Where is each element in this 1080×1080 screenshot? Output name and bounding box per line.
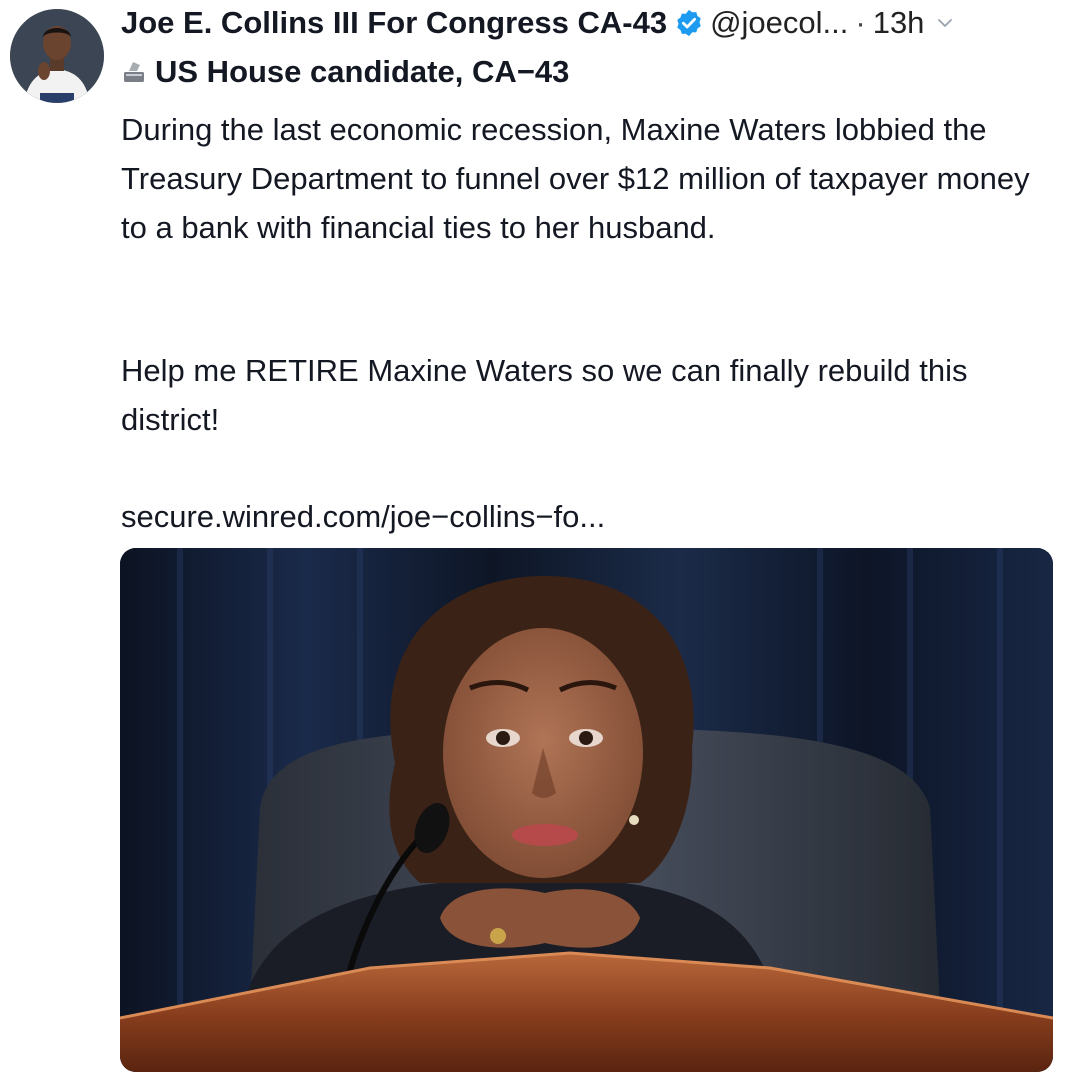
photo-maxine-waters: [120, 548, 1053, 1072]
tweet-header: Joe E. Collins III For Congress CA-43 @j…: [121, 2, 1071, 44]
separator-dot: ·: [855, 5, 866, 40]
tweet-paragraph-2: Help me RETIRE Maxine Waters so we can f…: [121, 353, 968, 437]
tweet-paragraph-1: During the last economic recession, Maxi…: [121, 112, 1030, 245]
tweet-link[interactable]: secure.winred.com/joe−collins−fo...: [121, 492, 605, 541]
author-label: US House candidate, CA−43: [121, 52, 569, 92]
author-avatar[interactable]: [10, 9, 104, 103]
avatar-photo: [10, 9, 104, 103]
ballot-box-icon: [121, 59, 147, 85]
candidate-label: US House candidate, CA−43: [155, 54, 570, 89]
chevron-down-icon[interactable]: [936, 14, 954, 32]
author-handle[interactable]: @joecol...: [710, 2, 848, 44]
author-name[interactable]: Joe E. Collins III For Congress CA-43: [121, 2, 667, 44]
verified-badge-icon: [674, 8, 704, 38]
tweet-media-image[interactable]: [120, 548, 1053, 1072]
timestamp[interactable]: 13h: [873, 2, 925, 44]
